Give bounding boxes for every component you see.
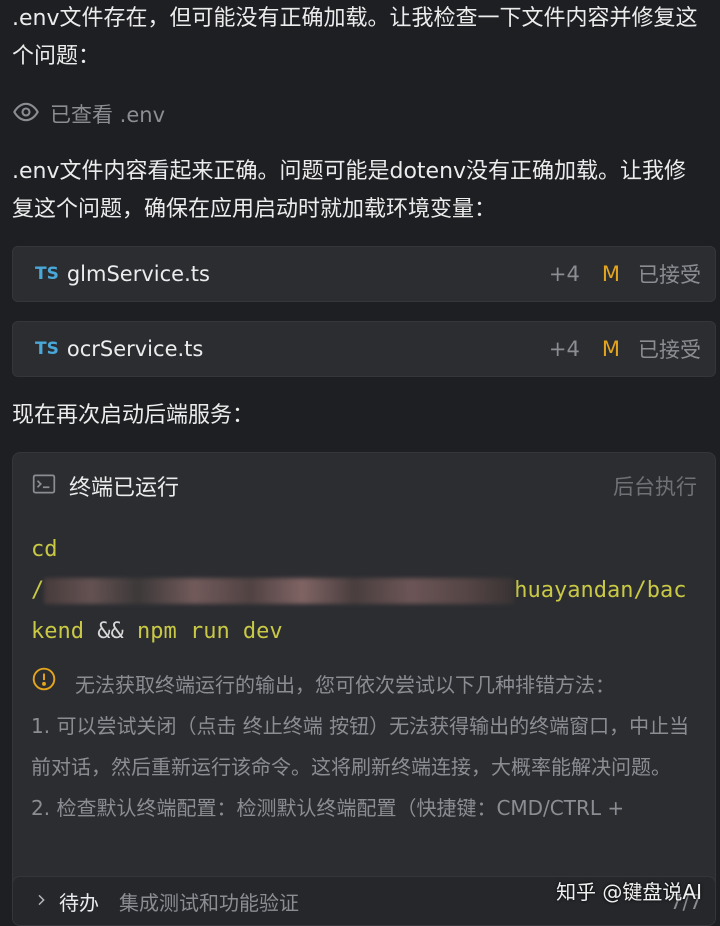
- eye-icon: [12, 98, 40, 131]
- command-cd: cd: [31, 537, 58, 562]
- warning-text-2: 1. 可以尝试关闭（点击 终止终端 按钮）无法获得输出的终端窗口，中止当前对话，…: [31, 714, 690, 779]
- todo-label: 待办: [59, 890, 99, 915]
- modified-badge: M: [601, 337, 620, 361]
- terminal-block[interactable]: 终端已运行 后台执行 cd / huayandan/bac kend && npm…: [12, 452, 716, 892]
- command-kend: kend: [31, 619, 84, 644]
- warning-text-3: 2. 检查默认终端配置：检测默认终端配置（快捷键：CMD/CTRL +: [31, 796, 625, 820]
- command-npm: npm run dev: [136, 619, 283, 644]
- modified-badge: M: [601, 262, 620, 286]
- message-paragraph-1: .env文件存在，但可能没有正确加载。让我检查一下文件内容并修复这个问题：: [12, 6, 698, 69]
- chevron-right-icon[interactable]: [33, 889, 49, 913]
- message-paragraph-3: 现在再次启动后端服务：: [12, 403, 255, 428]
- file-name: glmService.ts: [66, 262, 210, 286]
- background-run-button[interactable]: 后台执行: [613, 471, 697, 501]
- command-path-end: huayandan/bac: [514, 578, 687, 603]
- warning-icon: [31, 665, 75, 706]
- terminal-header: 终端已运行 后台执行: [31, 469, 697, 503]
- diff-count: +4: [548, 337, 580, 361]
- command-and: &&: [83, 619, 137, 644]
- file-card-ocrservice[interactable]: TS ocrService.ts +4 M 已接受: [12, 321, 716, 377]
- diff-count: +4: [548, 262, 580, 286]
- accepted-status: 已接受: [638, 263, 701, 287]
- accepted-status: 已接受: [638, 338, 701, 362]
- terminal-command: cd / huayandan/bac kend && npm run dev: [31, 529, 705, 652]
- terminal-title: 终端已运行: [69, 476, 180, 501]
- command-path-start: /: [31, 578, 45, 603]
- terminal-icon: [31, 471, 69, 501]
- typescript-icon: TS: [35, 339, 59, 359]
- file-name: ocrService.ts: [66, 337, 204, 361]
- todo-text: 集成测试和功能验证: [119, 890, 299, 915]
- viewed-file-indicator[interactable]: 已查看 .env: [12, 94, 165, 134]
- watermark: 知乎 @键盘说AI: [556, 880, 702, 904]
- redacted-path: [44, 578, 515, 604]
- message-paragraph-2: .env文件内容看起来正确。问题可能是dotenv没有正确加载。让我修复这个问题…: [12, 159, 687, 222]
- file-card-glmservice[interactable]: TS glmService.ts +4 M 已接受: [12, 246, 716, 302]
- viewed-label: 已查看 .env: [50, 103, 166, 127]
- typescript-icon: TS: [35, 264, 59, 284]
- warning-text-1: 无法获取终端运行的输出，您可依次尝试以下几种排错方法：: [75, 673, 615, 697]
- terminal-warning: 无法获取终端运行的输出，您可依次尝试以下几种排错方法： 1. 可以尝试关闭（点击…: [31, 665, 701, 829]
